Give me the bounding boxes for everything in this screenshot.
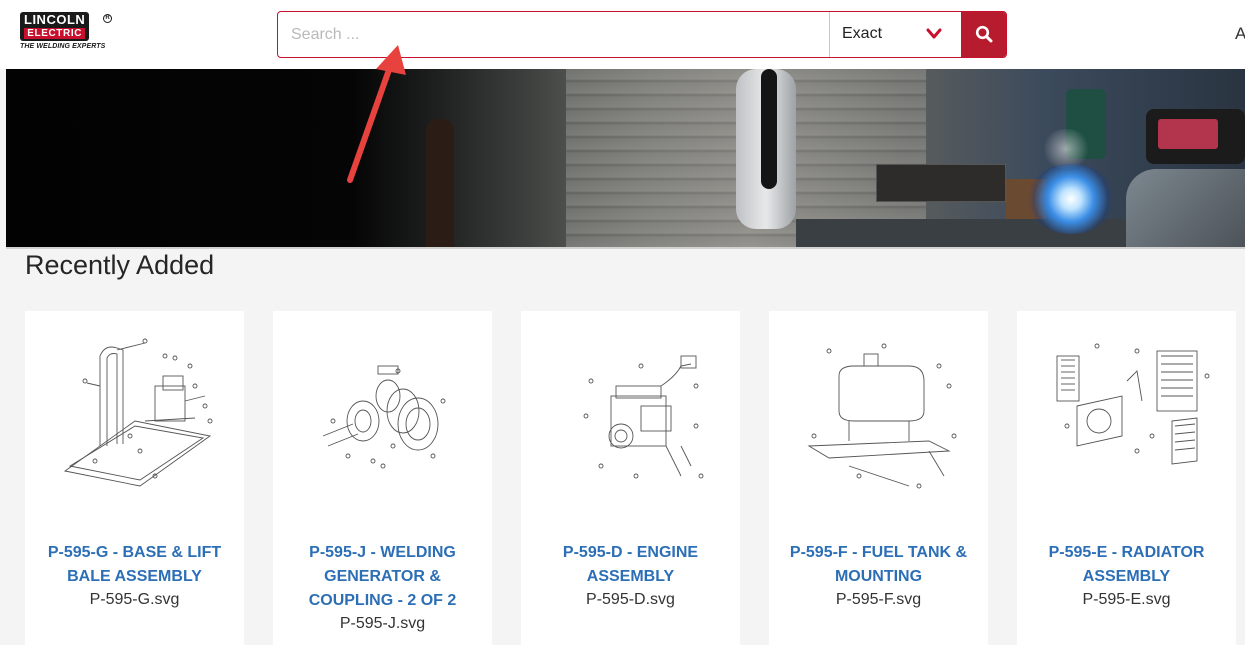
drawing-filename: P-595-D.svg <box>586 591 675 608</box>
drawing-thumbnail[interactable] <box>541 326 721 491</box>
lincoln-electric-logo[interactable]: LINCOLN ELECTRIC R THE WELDING EXPERTS <box>20 12 120 58</box>
search-mode-select[interactable]: Exact <box>829 12 961 57</box>
drawing-title-text[interactable]: P-595-J - WELDING GENERATOR & COUPLING -… <box>309 544 457 609</box>
drawing-title-text[interactable]: P-595-G - BASE & LIFT BALE ASSEMBLY <box>48 544 221 585</box>
drawing-filename: P-595-J.svg <box>339 615 426 632</box>
logo-tagline: THE WELDING EXPERTS <box>20 43 106 50</box>
drawing-title[interactable]: P-595-E - RADIATOR ASSEMBLY P-595-E.svg <box>1027 541 1226 610</box>
drawing-card[interactable]: P-595-J - WELDING GENERATOR & COUPLING -… <box>273 311 492 645</box>
banner-divider <box>6 247 1245 249</box>
drawing-filename: P-595-E.svg <box>1082 591 1171 608</box>
drawing-title[interactable]: P-595-F - FUEL TANK & MOUNTING P-595-F.s… <box>779 541 978 610</box>
page: LINCOLN ELECTRIC R THE WELDING EXPERTS E… <box>0 0 1245 645</box>
logo-line2: ELECTRIC <box>24 28 86 39</box>
banner-weld-spark <box>1026 164 1116 234</box>
search-mode-value: Exact <box>842 25 883 42</box>
logo-box: LINCOLN ELECTRIC <box>20 12 90 41</box>
search-button[interactable] <box>961 12 1006 57</box>
drawing-filename: P-595-G.svg <box>89 591 180 608</box>
drawing-title-text[interactable]: P-595-E - RADIATOR ASSEMBLY <box>1049 544 1205 585</box>
logo-line1: LINCOLN <box>24 12 86 27</box>
banner-welder-arm <box>1126 169 1245 249</box>
registered-mark-icon: R <box>103 14 112 23</box>
banner-hose <box>761 69 777 189</box>
annotation-arrow-icon <box>347 45 406 183</box>
drawing-thumbnail[interactable] <box>293 326 473 491</box>
drawing-thumbnail[interactable] <box>45 326 225 491</box>
hero-banner-image <box>6 69 1245 249</box>
drawing-title[interactable]: P-595-J - WELDING GENERATOR & COUPLING -… <box>283 541 482 634</box>
chevron-down-icon <box>926 28 942 39</box>
drawing-card[interactable]: P-595-G - BASE & LIFT BALE ASSEMBLY P-59… <box>25 311 244 645</box>
banner-gas-tank <box>426 119 454 249</box>
header-nav-link-partial[interactable]: A <box>1235 24 1245 44</box>
drawing-card[interactable]: P-595-D - ENGINE ASSEMBLY P-595-D.svg <box>521 311 740 645</box>
banner-teach-pendant <box>1146 109 1245 164</box>
drawing-card[interactable]: P-595-F - FUEL TANK & MOUNTING P-595-F.s… <box>769 311 988 645</box>
search-icon <box>975 25 993 43</box>
drawing-title[interactable]: P-595-G - BASE & LIFT BALE ASSEMBLY P-59… <box>35 541 234 610</box>
banner-workpiece <box>876 164 1006 202</box>
drawing-card[interactable]: P-595-E - RADIATOR ASSEMBLY P-595-E.svg <box>1017 311 1236 645</box>
drawing-title-text[interactable]: P-595-F - FUEL TANK & MOUNTING <box>790 544 967 585</box>
drawing-filename: P-595-F.svg <box>835 591 922 608</box>
drawing-thumbnail[interactable] <box>1037 326 1217 491</box>
drawing-title[interactable]: P-595-D - ENGINE ASSEMBLY P-595-D.svg <box>531 541 730 610</box>
banner-smoke <box>1041 129 1091 169</box>
site-header: LINCOLN ELECTRIC R THE WELDING EXPERTS E… <box>0 0 1245 69</box>
section-title: Recently Added <box>25 250 215 280</box>
drawing-title-text[interactable]: P-595-D - ENGINE ASSEMBLY <box>563 544 698 585</box>
drawing-thumbnail[interactable] <box>789 326 969 491</box>
